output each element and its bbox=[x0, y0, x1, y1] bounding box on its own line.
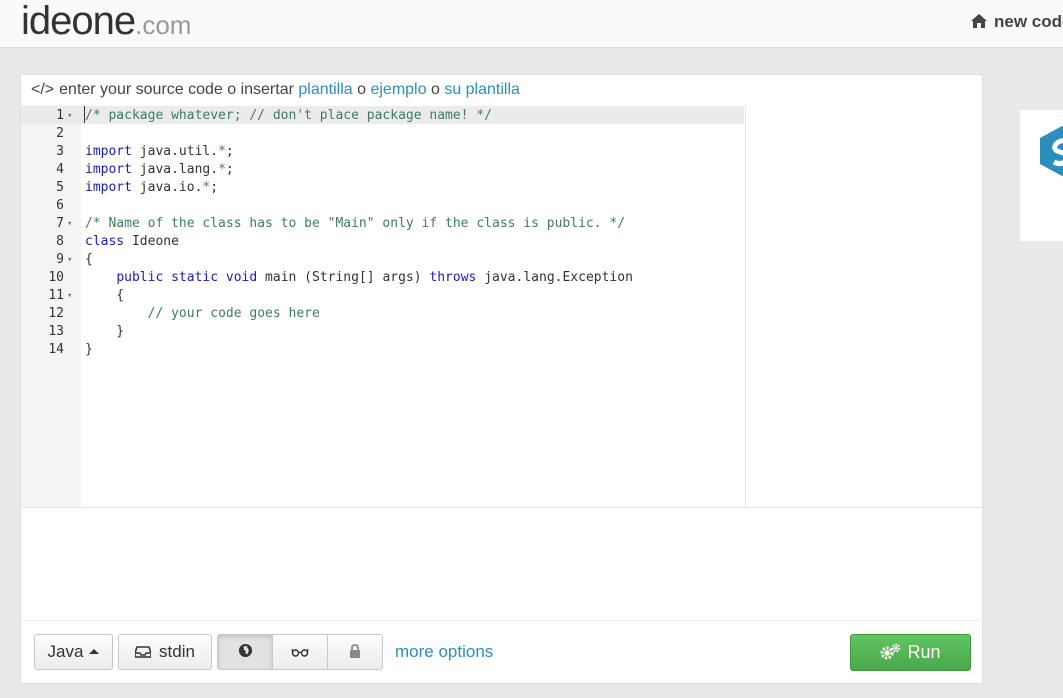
home-icon bbox=[971, 14, 987, 28]
top-bar: ideone.com new code bbox=[0, 0, 1063, 48]
editor-panel: </> enter your source code o insertar pla… bbox=[20, 74, 984, 685]
caret-up-icon bbox=[89, 649, 100, 654]
code-text: } bbox=[85, 342, 93, 357]
separator-2: o bbox=[430, 81, 440, 98]
public-button[interactable] bbox=[217, 634, 273, 670]
code-text: import java.util.*; bbox=[85, 144, 234, 159]
language-label: Java bbox=[47, 642, 84, 661]
code-text: // your code goes here bbox=[147, 306, 320, 321]
code-text: import java.lang.*; bbox=[85, 162, 234, 177]
more-options-link[interactable]: more options bbox=[395, 634, 493, 670]
visibility-button-group bbox=[217, 634, 383, 670]
sphere-engine-logo bbox=[1040, 126, 1063, 176]
code-text: } bbox=[85, 324, 125, 339]
new-code-link[interactable]: new code bbox=[970, 12, 1063, 32]
new-code-label: new code bbox=[994, 12, 1063, 31]
ideone-logo[interactable]: ideone.com bbox=[21, 0, 191, 44]
code-text: import java.io.*; bbox=[85, 180, 219, 195]
run-label: Run bbox=[907, 642, 941, 662]
code-text: /* package whatever; // don't place pack… bbox=[85, 108, 492, 123]
code-text: { bbox=[85, 288, 125, 303]
line-number: 10 bbox=[48, 270, 64, 285]
line-number: 5 bbox=[56, 180, 64, 195]
language-select-button[interactable]: Java bbox=[34, 634, 113, 670]
logo-main: ideone bbox=[21, 0, 136, 43]
panel-header: </> enter your source code o insertar pla… bbox=[21, 75, 982, 105]
line-number: 14 bbox=[48, 342, 64, 357]
line-number: 1 bbox=[56, 108, 64, 123]
line-number: 2 bbox=[56, 126, 64, 141]
bottom-toolbar: Java stdin more options Run bbox=[21, 620, 984, 685]
fold-toggle-icon[interactable]: ▾ bbox=[67, 287, 72, 305]
print-margin bbox=[745, 105, 746, 507]
line-number: 13 bbox=[48, 324, 64, 339]
line-number: 12 bbox=[48, 306, 64, 321]
example-link[interactable]: ejemplo bbox=[370, 81, 426, 98]
line-number: 7 bbox=[56, 216, 64, 231]
stdin-label: stdin bbox=[159, 642, 195, 661]
fold-toggle-icon[interactable]: ▾ bbox=[67, 107, 72, 125]
private-button[interactable] bbox=[327, 634, 383, 670]
code-editor[interactable]: 1 ▾/* package whatever; // don't place pa… bbox=[21, 105, 984, 508]
stdin-button[interactable]: stdin bbox=[118, 634, 212, 670]
separator-1: o bbox=[357, 81, 367, 98]
template-link[interactable]: plantilla bbox=[298, 81, 352, 98]
side-ad-card[interactable] bbox=[1020, 110, 1063, 241]
code-text: { bbox=[85, 252, 93, 267]
code-text: public static void main (String[] args) … bbox=[116, 270, 633, 285]
header-prefix: enter your source code o insertar bbox=[59, 81, 294, 98]
code-icon: </> bbox=[31, 81, 55, 98]
lock-icon bbox=[350, 644, 360, 658]
line-number: 11 bbox=[48, 288, 64, 303]
fold-toggle-icon[interactable]: ▾ bbox=[67, 251, 72, 269]
globe-icon bbox=[238, 643, 252, 658]
line-number: 6 bbox=[56, 198, 64, 213]
inbox-icon bbox=[134, 646, 152, 658]
stdin-area[interactable] bbox=[21, 508, 984, 620]
run-button[interactable]: Run bbox=[850, 634, 971, 671]
glasses-icon bbox=[291, 648, 309, 657]
code-text: /* Name of the class has to be "Main" on… bbox=[85, 216, 626, 231]
fold-toggle-icon[interactable]: ▾ bbox=[67, 215, 72, 233]
logo-domain: .com bbox=[135, 10, 192, 40]
line-number: 3 bbox=[56, 144, 64, 159]
gears-icon bbox=[880, 643, 901, 660]
line-number: 8 bbox=[56, 234, 64, 249]
your-template-link[interactable]: su plantilla bbox=[444, 81, 520, 98]
code-text: class Ideone bbox=[85, 234, 179, 249]
line-number: 9 bbox=[56, 252, 64, 267]
line-number: 4 bbox=[56, 162, 64, 177]
hidden-button[interactable] bbox=[272, 634, 328, 670]
